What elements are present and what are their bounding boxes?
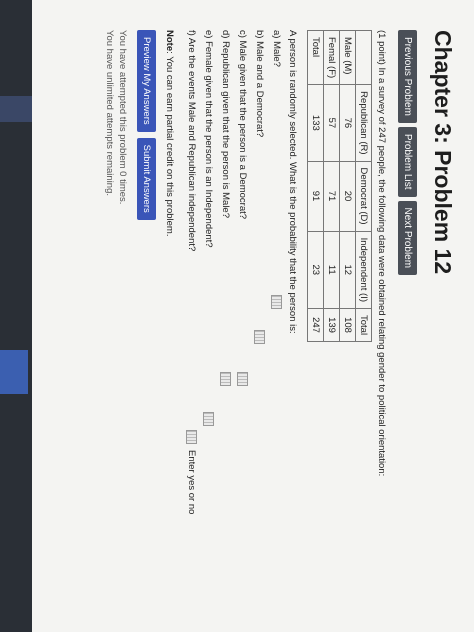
question-d: d) Republican given that the person is M… bbox=[217, 30, 234, 600]
question-b: b) Male and a Democrat? bbox=[251, 30, 268, 600]
survey-table: Republican (R) Democrat (D) Independent … bbox=[307, 30, 372, 342]
table-header-row: Republican (R) Democrat (D) Independent … bbox=[355, 30, 372, 342]
table-cell: 108 bbox=[339, 308, 356, 342]
next-problem-button[interactable]: Next Problem bbox=[398, 200, 417, 276]
table-header-cell: Republican (R) bbox=[355, 84, 372, 162]
question-a: a) Male? bbox=[268, 30, 285, 600]
table-header-cell: Total bbox=[355, 308, 372, 342]
partial-credit-note: Note: You can earn partial credit on thi… bbox=[164, 30, 175, 600]
table-cell: 71 bbox=[323, 161, 340, 232]
table-row: Femal (F) 57 71 11 139 bbox=[323, 30, 340, 342]
left-active-indicator bbox=[0, 350, 28, 394]
question-f: f) Are the events Male and Republican in… bbox=[183, 30, 200, 600]
table-cell: Femal (F) bbox=[323, 30, 340, 85]
attempt-status: You have attempted this problem 0 times.… bbox=[103, 30, 129, 600]
problem-page: Chapter 3: Problem 12 Previous Problem P… bbox=[103, 30, 462, 600]
browser-side-strip bbox=[0, 0, 32, 632]
question-label: b) Male and a Democrat? bbox=[254, 30, 265, 138]
table-cell: 11 bbox=[323, 231, 340, 309]
table-cell: 133 bbox=[307, 84, 324, 162]
problem-list-button[interactable]: Problem List bbox=[398, 126, 417, 197]
answer-hint: Enter yes or no bbox=[186, 450, 197, 515]
answer-input-f[interactable] bbox=[186, 430, 197, 444]
question-label: c) Male given that the person is a Democ… bbox=[237, 30, 248, 220]
table-cell: 139 bbox=[323, 308, 340, 342]
preview-answers-button[interactable]: Preview My Answers bbox=[137, 30, 156, 132]
page-title: Chapter 3: Problem 12 bbox=[430, 30, 456, 275]
submit-answers-button[interactable]: Submit Answers bbox=[137, 137, 156, 220]
question-label: a) Male? bbox=[271, 30, 282, 67]
answer-input-c[interactable] bbox=[237, 372, 248, 386]
question-c: c) Male given that the person is a Democ… bbox=[234, 30, 251, 600]
table-cell: Male (M) bbox=[339, 30, 356, 85]
left-tab-indicator bbox=[0, 96, 34, 122]
table-cell: 12 bbox=[339, 231, 356, 309]
previous-problem-button[interactable]: Previous Problem bbox=[398, 30, 417, 123]
problem-nav: Previous Problem Problem List Next Probl… bbox=[398, 30, 417, 600]
answer-input-b[interactable] bbox=[254, 330, 265, 344]
answer-actions: Preview My Answers Submit Answers bbox=[137, 30, 156, 600]
answer-input-e[interactable] bbox=[203, 412, 214, 426]
table-cell: 91 bbox=[307, 161, 324, 232]
answer-input-a[interactable] bbox=[271, 295, 282, 309]
table-header-cell bbox=[355, 30, 372, 85]
table-cell: 247 bbox=[307, 308, 324, 342]
question-e: e) Female given that the person is an In… bbox=[200, 30, 217, 600]
question-label: f) Are the events Male and Republican in… bbox=[186, 30, 197, 252]
table-cell: 23 bbox=[307, 231, 324, 309]
table-cell: 20 bbox=[339, 161, 356, 232]
question-label: e) Female given that the person is an In… bbox=[203, 30, 214, 248]
remaining-text: You have unlimited attempts remaining. bbox=[104, 30, 115, 196]
table-row: Total 133 91 23 247 bbox=[307, 30, 324, 342]
table-header-cell: Independent (I) bbox=[355, 231, 372, 309]
table-header-cell: Democrat (D) bbox=[355, 161, 372, 232]
table-cell: 57 bbox=[323, 84, 340, 162]
note-text: : You can earn partial credit on this pr… bbox=[164, 51, 175, 237]
problem-intro: (1 point) In a survey of 247 people, the… bbox=[376, 30, 387, 477]
answer-input-d[interactable] bbox=[220, 372, 231, 386]
table-cell: Total bbox=[307, 30, 324, 85]
table-row: Male (M) 76 20 12 108 bbox=[339, 30, 356, 342]
question-label: d) Republican given that the person is M… bbox=[220, 30, 231, 219]
note-label: Note bbox=[164, 30, 175, 52]
webwork-screen: Chapter 3: Problem 12 Previous Problem P… bbox=[32, 0, 474, 632]
attempts-text: You have attempted this problem 0 times. bbox=[117, 30, 128, 205]
table-cell: 76 bbox=[339, 84, 356, 162]
problem-prompt: A person is randomly selected. What is t… bbox=[287, 30, 298, 334]
